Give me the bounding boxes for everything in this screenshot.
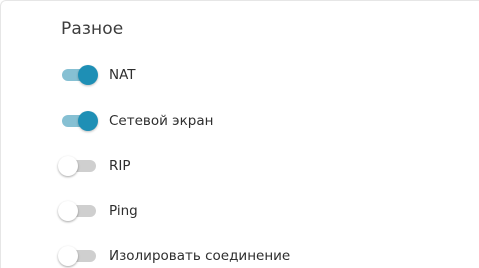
ping-toggle-row[interactable]: Ping [56,199,138,223]
misc-settings-panel: Разное NAT Сетевой экран RIP Ping Изолир… [0,0,479,268]
nat-label: NAT [109,67,136,83]
firewall-toggle-row[interactable]: Сетевой экран [56,109,213,133]
toggle-knob[interactable] [78,111,98,131]
ping-toggle[interactable] [56,199,102,223]
rip-label: RIP [109,158,131,174]
isolate-connection-toggle-row[interactable]: Изолировать соединение [56,244,290,268]
isolate-connection-toggle[interactable] [56,244,102,268]
toggle-knob[interactable] [78,65,98,85]
rip-toggle-row[interactable]: RIP [56,154,131,178]
section-title: Разное [61,19,124,39]
rip-toggle[interactable] [56,154,102,178]
toggle-knob[interactable] [58,156,78,176]
firewall-label: Сетевой экран [109,113,214,129]
nat-toggle-row[interactable]: NAT [56,63,136,87]
firewall-toggle[interactable] [56,109,102,133]
toggle-knob[interactable] [58,246,78,266]
ping-label: Ping [109,203,138,219]
toggle-knob[interactable] [58,201,78,221]
isolate-connection-label: Изолировать соединение [109,248,291,264]
nat-toggle[interactable] [56,63,102,87]
